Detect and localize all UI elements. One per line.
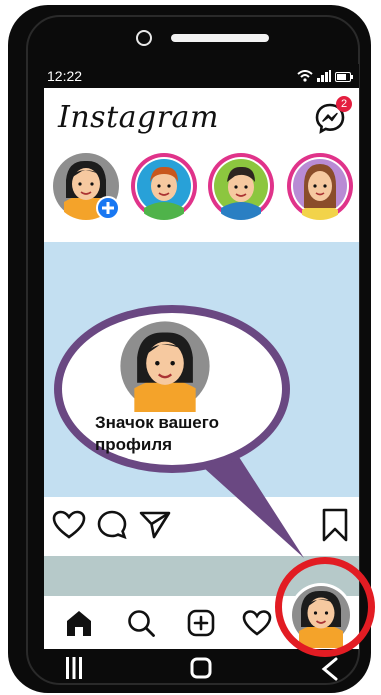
share-icon[interactable]	[139, 510, 171, 540]
stories-row	[44, 152, 359, 227]
search-icon[interactable]	[126, 608, 156, 638]
callout-line-1: Значок вашего	[95, 413, 219, 432]
add-story-icon[interactable]	[96, 196, 120, 220]
callout-line-2: профиля	[95, 435, 173, 454]
back-icon[interactable]	[320, 657, 340, 681]
profile-highlight-ring	[275, 557, 375, 657]
status-bar: 12:22	[44, 64, 359, 88]
callout-profile-avatar	[120, 321, 210, 412]
home-icon[interactable]	[64, 608, 94, 638]
add-post-icon[interactable]	[186, 608, 216, 638]
app-header: Instagram 2	[44, 88, 359, 144]
story-avatar-boy[interactable]	[130, 152, 198, 220]
like-icon[interactable]	[52, 510, 86, 540]
speaker-grille	[171, 34, 269, 42]
comment-icon[interactable]	[96, 509, 128, 541]
signal-icon	[317, 70, 331, 82]
status-indicators	[297, 70, 353, 82]
callout-text: Значок вашего профиля	[95, 412, 285, 456]
activity-icon[interactable]	[242, 608, 272, 638]
story-avatar-man[interactable]	[207, 152, 275, 220]
battery-icon	[335, 72, 353, 82]
status-time: 12:22	[47, 68, 83, 84]
wifi-icon	[297, 70, 313, 82]
system-navigation-bar	[44, 649, 359, 689]
home-button-icon[interactable]	[190, 657, 212, 679]
front-camera	[136, 30, 152, 46]
post-actions	[44, 498, 359, 553]
story-avatar-girl[interactable]	[286, 152, 354, 220]
instagram-logo: Instagram	[58, 100, 219, 135]
bookmark-icon[interactable]	[322, 508, 348, 542]
recent-apps-icon[interactable]	[66, 657, 82, 679]
messages-badge: 2	[336, 96, 352, 112]
